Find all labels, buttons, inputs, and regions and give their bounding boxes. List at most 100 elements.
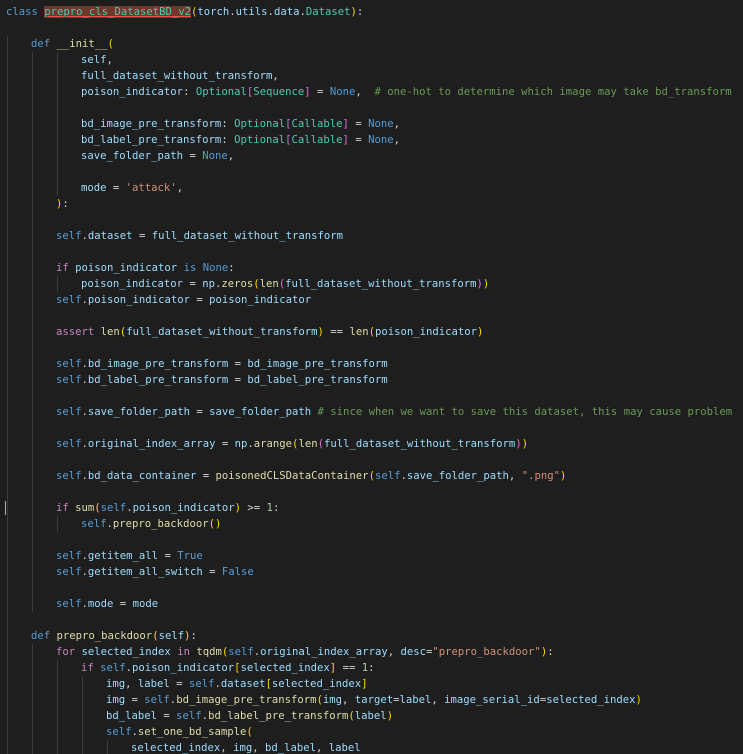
indent-guide bbox=[32, 532, 33, 548]
code-token: original_index_array bbox=[87, 438, 216, 450]
code-line[interactable] bbox=[0, 452, 743, 468]
code-token: , bbox=[106, 54, 113, 66]
code-text: assert len(full_dataset_without_transfor… bbox=[56, 324, 483, 340]
code-line[interactable] bbox=[0, 340, 743, 356]
code-line[interactable] bbox=[0, 244, 743, 260]
code-token: bd_label_pre_transform bbox=[247, 374, 388, 386]
code-token: : bbox=[62, 198, 69, 210]
code-token: desc bbox=[400, 646, 426, 658]
code-line[interactable]: self.getitem_all = True bbox=[0, 548, 743, 564]
indent-guide bbox=[57, 724, 58, 740]
code-token: prepro_backdoor bbox=[112, 518, 209, 530]
code-line[interactable]: self.prepro_backdoor() bbox=[0, 516, 743, 532]
code-token: np bbox=[234, 438, 248, 450]
code-text: self.set_one_bd_sample( bbox=[106, 724, 253, 740]
code-line[interactable]: poison_indicator: Optional[Sequence] = N… bbox=[0, 84, 743, 100]
indent-guide bbox=[32, 180, 33, 196]
code-line[interactable] bbox=[0, 484, 743, 500]
code-line[interactable]: for selected_index in tqdm(self.original… bbox=[0, 644, 743, 660]
code-token: selected_index bbox=[131, 742, 221, 754]
indent-guide bbox=[7, 148, 8, 164]
code-line[interactable]: self.mode = mode bbox=[0, 596, 743, 612]
code-line[interactable] bbox=[0, 580, 743, 596]
code-line[interactable] bbox=[0, 164, 743, 180]
code-token: = bbox=[157, 710, 177, 722]
code-token: save_folder_path bbox=[87, 406, 190, 418]
indent-guide bbox=[32, 516, 33, 532]
code-line[interactable]: ): bbox=[0, 196, 743, 212]
indent-guide bbox=[57, 708, 58, 724]
code-token: save_folder_path bbox=[209, 406, 312, 418]
code-editor[interactable]: class prepro_cls_DatasetBD_v2(torch.util… bbox=[0, 0, 743, 754]
code-line[interactable]: self.dataset = full_dataset_without_tran… bbox=[0, 228, 743, 244]
code-token: , bbox=[220, 742, 234, 754]
code-line[interactable] bbox=[0, 212, 743, 228]
code-token: ] bbox=[361, 678, 368, 690]
code-line[interactable]: bd_label = self.bd_label_pre_transform(l… bbox=[0, 708, 743, 724]
code-text: save_folder_path = None, bbox=[81, 148, 234, 164]
code-line[interactable]: self.bd_data_container = poisonedCLSData… bbox=[0, 468, 743, 484]
code-token: self bbox=[158, 630, 185, 642]
indent-guide bbox=[7, 52, 8, 68]
code-token: zeros bbox=[221, 278, 254, 290]
code-line[interactable] bbox=[0, 20, 743, 36]
code-text: if self.poison_indicator[selected_index]… bbox=[81, 660, 374, 676]
indent-guide bbox=[7, 372, 8, 388]
code-line[interactable]: assert len(full_dataset_without_transfor… bbox=[0, 324, 743, 340]
code-token: () bbox=[208, 518, 222, 530]
code-line[interactable]: self.original_index_array = np.arange(le… bbox=[0, 436, 743, 452]
code-token: __init__ bbox=[56, 38, 108, 50]
indent-guide bbox=[7, 628, 8, 644]
code-token: np bbox=[202, 278, 215, 290]
code-line[interactable] bbox=[0, 612, 743, 628]
code-token: mode bbox=[87, 598, 114, 610]
code-line[interactable]: self.bd_image_pre_transform = bd_image_p… bbox=[0, 356, 743, 372]
code-line[interactable]: bd_image_pre_transform: Optional[Callabl… bbox=[0, 116, 743, 132]
code-line[interactable]: img = self.bd_image_pre_transform(img, t… bbox=[0, 692, 743, 708]
code-line[interactable]: poison_indicator = np.zeros(len(full_dat… bbox=[0, 276, 743, 292]
code-text: full_dataset_without_transform, bbox=[81, 68, 279, 84]
code-line[interactable]: if sum(self.poison_indicator) >= 1: bbox=[0, 500, 743, 516]
code-line[interactable] bbox=[0, 532, 743, 548]
code-line[interactable]: self.set_one_bd_sample( bbox=[0, 724, 743, 740]
code-line[interactable]: def prepro_backdoor(self): bbox=[0, 628, 743, 644]
code-token: = bbox=[183, 278, 203, 290]
code-line[interactable]: full_dataset_without_transform, bbox=[0, 68, 743, 84]
code-line[interactable] bbox=[0, 308, 743, 324]
code-line[interactable]: class prepro_cls_DatasetBD_v2(torch.util… bbox=[0, 4, 743, 20]
code-line[interactable]: img, label = self.dataset[selected_index… bbox=[0, 676, 743, 692]
code-line[interactable]: self.getitem_all_switch = False bbox=[0, 564, 743, 580]
code-line[interactable]: if poison_indicator is None: bbox=[0, 260, 743, 276]
code-token: poison_indicator bbox=[81, 278, 184, 290]
code-token: : bbox=[228, 262, 235, 274]
code-line[interactable]: self, bbox=[0, 52, 743, 68]
code-line[interactable] bbox=[0, 388, 743, 404]
code-line[interactable]: self.bd_label_pre_transform = bd_label_p… bbox=[0, 372, 743, 388]
code-token: poison_indicator bbox=[374, 326, 478, 338]
code-token: selected_index bbox=[81, 646, 171, 658]
code-line[interactable] bbox=[0, 100, 743, 116]
code-token: selected_index bbox=[546, 694, 636, 706]
code-token: original_index_array bbox=[260, 646, 388, 658]
code-token: bd_label bbox=[106, 710, 158, 722]
code-token: = bbox=[228, 358, 248, 370]
code-line[interactable]: def __init__( bbox=[0, 36, 743, 52]
indent-guide bbox=[57, 100, 58, 116]
code-line[interactable]: self.poison_indicator = poison_indicator bbox=[0, 292, 743, 308]
code-text: def __init__( bbox=[31, 36, 114, 52]
code-line[interactable]: bd_label_pre_transform: Optional[Callabl… bbox=[0, 132, 743, 148]
code-line[interactable]: mode = 'attack', bbox=[0, 180, 743, 196]
indent-guide bbox=[32, 436, 33, 452]
indent-guide bbox=[7, 132, 8, 148]
code-token: = bbox=[228, 374, 248, 386]
indent-guide bbox=[32, 212, 33, 228]
code-line[interactable]: if self.poison_indicator[selected_index]… bbox=[0, 660, 743, 676]
code-token: tqdm bbox=[196, 646, 222, 658]
code-text: self.prepro_backdoor() bbox=[81, 516, 221, 532]
code-line[interactable]: selected_index, img, bd_label, label bbox=[0, 740, 743, 754]
code-token: = bbox=[113, 598, 133, 610]
code-line[interactable]: self.save_folder_path = save_folder_path… bbox=[0, 404, 743, 420]
code-token: None bbox=[202, 262, 229, 274]
code-line[interactable]: save_folder_path = None, bbox=[0, 148, 743, 164]
code-line[interactable] bbox=[0, 420, 743, 436]
